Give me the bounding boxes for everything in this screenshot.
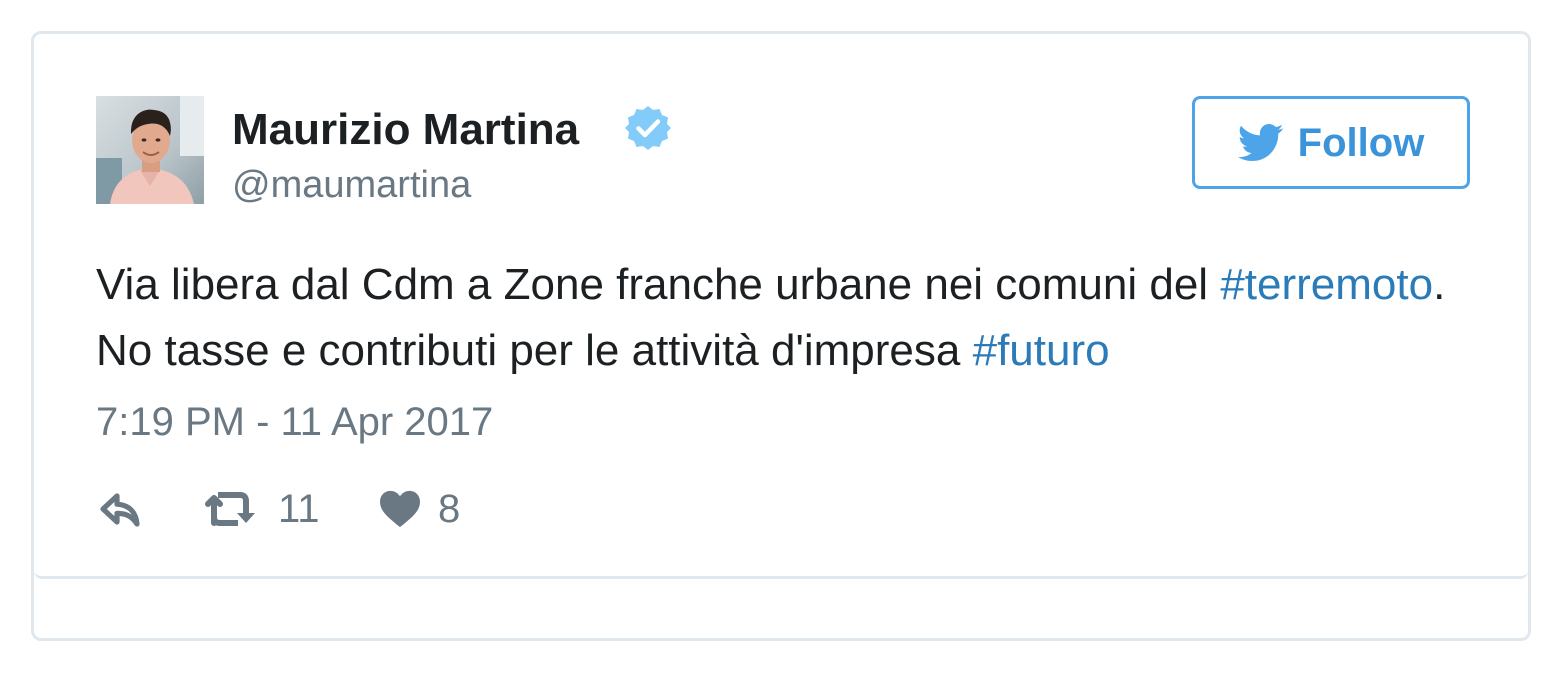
tweet-text: Via libera dal Cdm a Zone franche urbane… xyxy=(96,252,1496,384)
like-count: 8 xyxy=(438,487,461,531)
twitter-bird-icon xyxy=(1237,123,1284,163)
avatar[interactable] xyxy=(96,96,204,204)
retweet-button[interactable]: 11 xyxy=(202,484,320,534)
retweet-icon xyxy=(205,492,255,526)
hashtag-link-futuro[interactable]: #futuro xyxy=(973,326,1110,375)
tweet-text-part: Via libera dal Cdm a Zone franche urbane… xyxy=(96,260,1221,309)
author-handle[interactable]: @maumartina xyxy=(232,162,471,208)
verified-badge-icon xyxy=(624,104,672,152)
tweet-timestamp[interactable]: 7:19 PM - 11 Apr 2017 xyxy=(96,398,493,446)
retweet-count: 11 xyxy=(278,487,320,531)
follow-button[interactable]: Follow xyxy=(1192,96,1470,189)
hashtag-link-terremoto[interactable]: #terremoto xyxy=(1220,260,1433,309)
follow-button-label: Follow xyxy=(1297,120,1425,165)
like-button[interactable]: 8 xyxy=(378,484,460,534)
heart-icon xyxy=(380,490,420,528)
avatar-image xyxy=(96,96,204,204)
reply-icon xyxy=(100,493,140,527)
reply-button[interactable] xyxy=(98,484,146,534)
author-display-name[interactable]: Maurizio Martina xyxy=(232,104,579,156)
